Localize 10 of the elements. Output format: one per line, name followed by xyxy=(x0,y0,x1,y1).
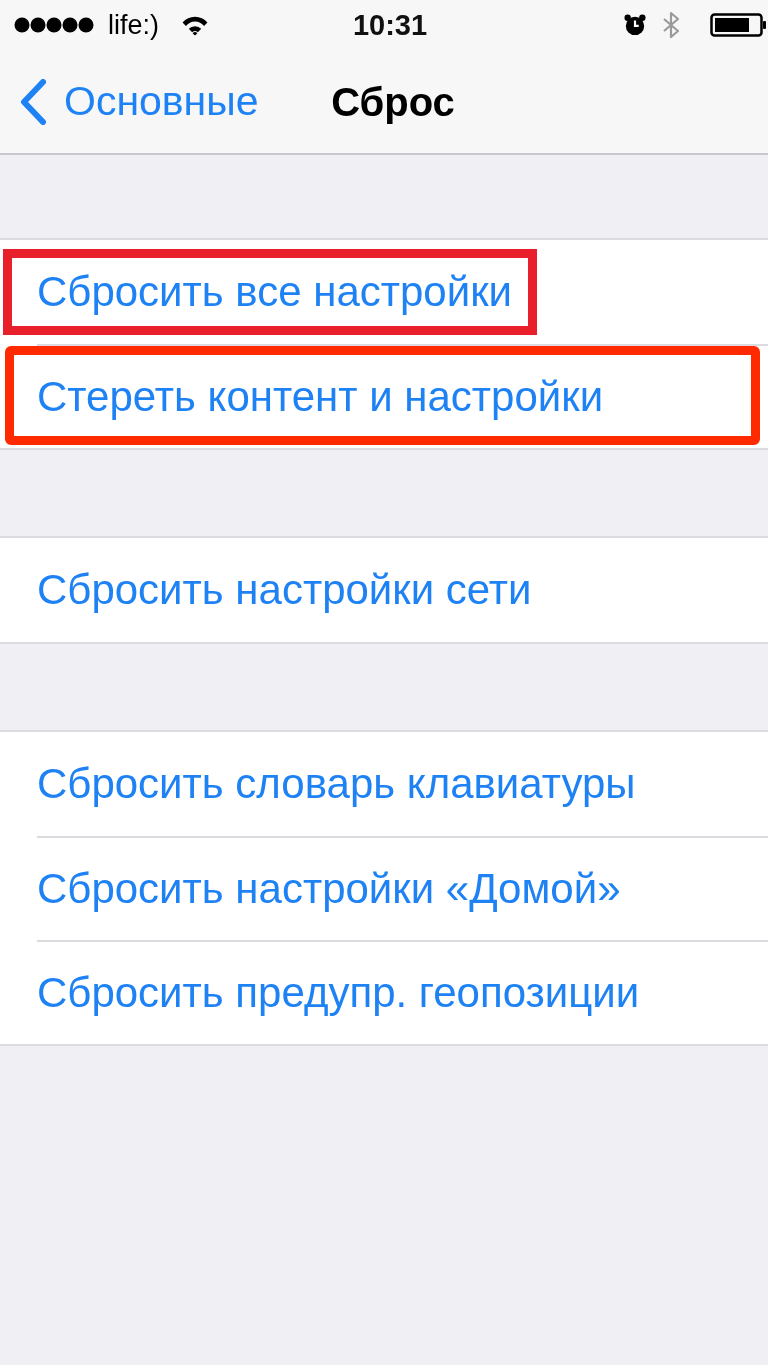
clock-time: 10:31 xyxy=(352,10,428,40)
wifi-icon xyxy=(181,14,209,36)
alarm-clock-icon xyxy=(624,14,646,36)
battery-icon xyxy=(710,13,766,37)
bluetooth-icon xyxy=(662,11,680,39)
carrier-name: life:) xyxy=(108,11,159,39)
page-title: Сброс xyxy=(331,78,455,126)
signal-icon xyxy=(14,17,96,33)
back-button[interactable]: Основные xyxy=(18,76,259,127)
chevron-left-icon xyxy=(18,78,48,125)
